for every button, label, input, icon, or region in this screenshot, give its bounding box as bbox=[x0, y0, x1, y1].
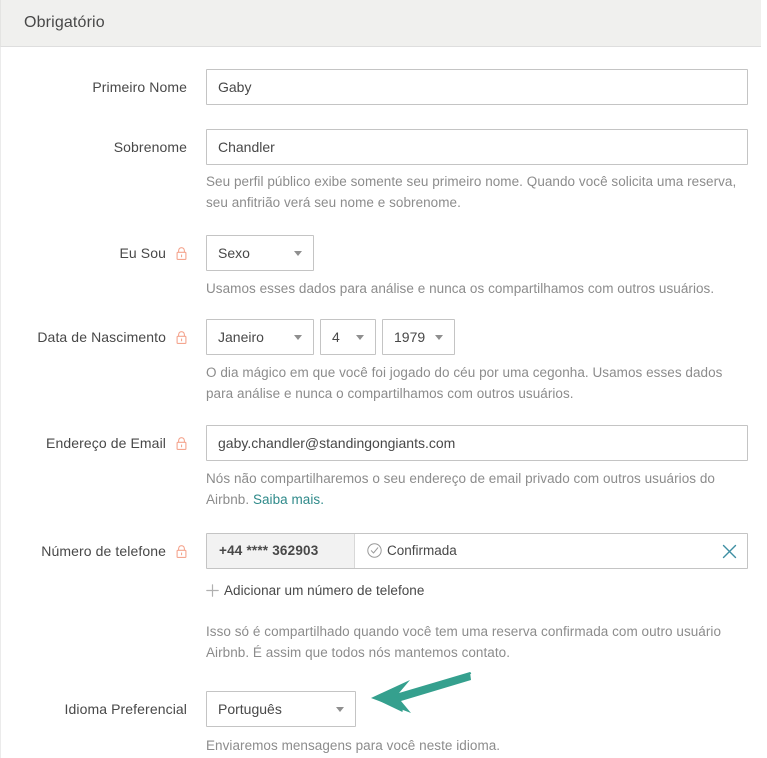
phone-label: Número de telefone bbox=[1, 543, 187, 559]
birth-date-label: Data de Nascimento bbox=[1, 329, 187, 345]
gender-select-value: Sexo bbox=[218, 245, 250, 261]
email-help-text: Nós não compartilharemos o seu endereço … bbox=[206, 468, 751, 510]
field-row-birth-date: Data de Nascimento Janeiro 4 1979 bbox=[1, 319, 762, 355]
phone-label-text: Número de telefone bbox=[41, 543, 166, 559]
chevron-down-icon bbox=[356, 335, 364, 340]
field-row-phone: Número de telefone +44 **** 362903 Confi… bbox=[1, 533, 762, 569]
section-header: Obrigatório bbox=[0, 0, 761, 47]
last-name-label-text: Sobrenome bbox=[113, 139, 187, 155]
check-circle-icon bbox=[367, 537, 382, 558]
birth-date-help-text: O dia mágico em que você foi jogado do c… bbox=[206, 365, 723, 401]
gender-label-text: Eu Sou bbox=[119, 245, 166, 261]
phone-entry-row: +44 **** 362903 Confirmada bbox=[206, 533, 748, 569]
chevron-down-icon bbox=[435, 335, 443, 340]
gender-select[interactable]: Sexo bbox=[206, 235, 314, 271]
lock-icon bbox=[176, 545, 187, 558]
language-label-text: Idioma Preferencial bbox=[64, 701, 187, 717]
language-select-value: Português bbox=[218, 701, 282, 717]
chevron-down-icon bbox=[294, 335, 302, 340]
gender-help-text: Usamos esses dados para análise e nunca … bbox=[206, 281, 715, 296]
form-body: Primeiro Nome Gaby Sobrenome Chandler Se… bbox=[0, 47, 761, 758]
last-name-input[interactable]: Chandler bbox=[206, 129, 748, 165]
birth-month-select[interactable]: Janeiro bbox=[206, 319, 314, 355]
profile-required-form: Obrigatório Primeiro Nome Gaby Sobrenome… bbox=[0, 0, 767, 758]
birth-day-value: 4 bbox=[332, 329, 340, 345]
lock-icon bbox=[176, 247, 187, 260]
phone-status-text: Confirmada bbox=[387, 543, 457, 558]
chevron-down-icon bbox=[336, 707, 344, 712]
birth-year-select[interactable]: 1979 bbox=[382, 319, 455, 355]
add-phone-label: Adicionar um número de telefone bbox=[224, 583, 425, 598]
last-name-label: Sobrenome bbox=[1, 139, 187, 155]
birth-day-select[interactable]: 4 bbox=[320, 319, 376, 355]
birth-month-value: Janeiro bbox=[218, 329, 264, 345]
lock-icon bbox=[176, 331, 187, 344]
first-name-label: Primeiro Nome bbox=[1, 79, 187, 95]
field-row-gender: Eu Sou Sexo bbox=[1, 235, 762, 271]
first-name-input[interactable]: Gaby bbox=[206, 69, 748, 105]
email-label-text: Endereço de Email bbox=[46, 435, 166, 451]
first-name-label-text: Primeiro Nome bbox=[92, 79, 187, 95]
phone-help-text: Isso só é compartilhado quando você tem … bbox=[206, 624, 722, 660]
birth-date-label-text: Data de Nascimento bbox=[37, 329, 166, 345]
email-learn-more-link[interactable]: Saiba mais. bbox=[253, 492, 324, 507]
field-row-language: Idioma Preferencial Português bbox=[1, 691, 762, 727]
last-name-help-text: Seu perfil público exibe somente seu pri… bbox=[206, 174, 737, 210]
birth-year-value: 1979 bbox=[394, 329, 426, 345]
phone-number-value[interactable]: +44 **** 362903 bbox=[207, 534, 355, 568]
field-row-last-name: Sobrenome Chandler bbox=[1, 129, 762, 165]
gender-label: Eu Sou bbox=[1, 245, 187, 261]
language-select[interactable]: Português bbox=[206, 691, 356, 727]
language-help-text: Enviaremos mensagens para você neste idi… bbox=[206, 738, 501, 753]
section-title: Obrigatório bbox=[24, 14, 105, 31]
email-label: Endereço de Email bbox=[1, 435, 187, 451]
field-row-first-name: Primeiro Nome Gaby bbox=[1, 69, 762, 105]
add-phone-button[interactable]: Adicionar um número de telefone bbox=[206, 583, 424, 598]
phone-status: Confirmada bbox=[367, 534, 457, 568]
plus-icon bbox=[206, 584, 219, 597]
field-row-email: Endereço de Email gaby.chandler@standing… bbox=[1, 425, 762, 461]
close-icon[interactable] bbox=[721, 543, 738, 560]
email-input[interactable]: gaby.chandler@standingongiants.com bbox=[206, 425, 748, 461]
language-label: Idioma Preferencial bbox=[1, 701, 187, 717]
chevron-down-icon bbox=[294, 251, 302, 256]
lock-icon bbox=[176, 437, 187, 450]
